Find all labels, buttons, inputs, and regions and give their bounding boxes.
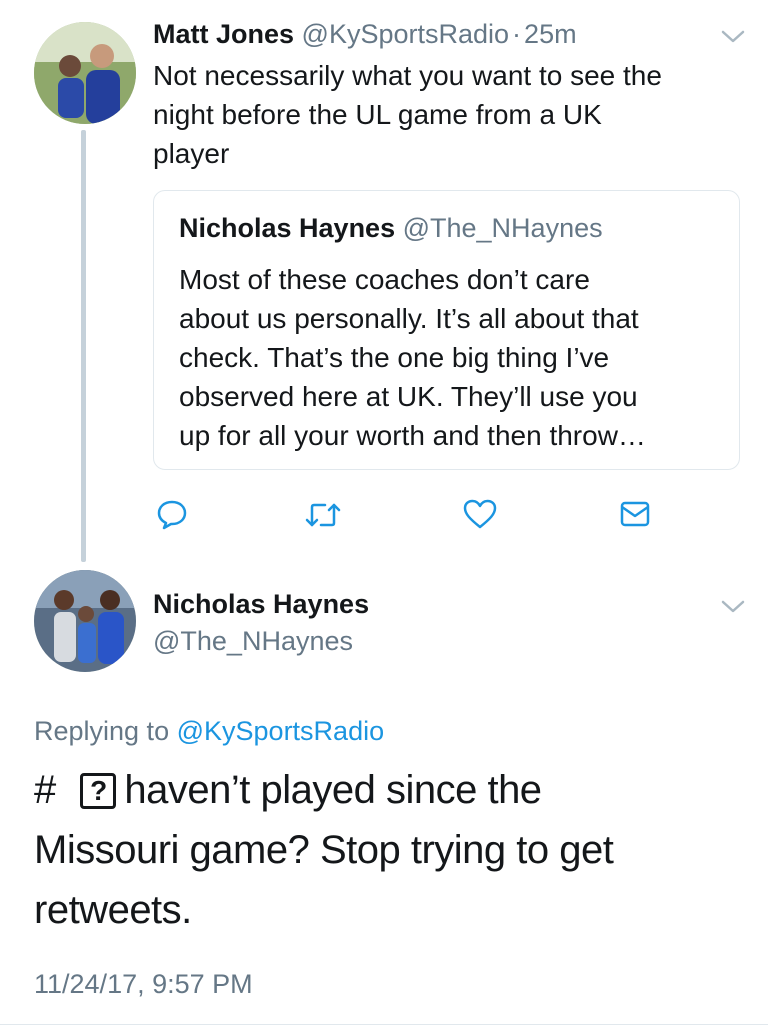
handle[interactable]: @KySportsRadio bbox=[302, 19, 510, 49]
avatar[interactable] bbox=[34, 570, 136, 672]
avatar-photo bbox=[34, 570, 136, 672]
handle[interactable]: @The_NHaynes bbox=[153, 623, 369, 659]
quoted-text-line: Most of these coaches don’t care bbox=[179, 264, 590, 295]
avatar[interactable] bbox=[34, 22, 136, 124]
tweet-timestamp[interactable]: 11/24/17, 9:57 PM bbox=[34, 966, 253, 1002]
tweet-text-segment: haven’t played since the bbox=[124, 768, 542, 812]
tweet-text-line: Missouri game? Stop trying to get bbox=[34, 828, 614, 872]
divider bbox=[0, 1024, 768, 1025]
tweet-header: Matt Jones @KySportsRadio · 25m bbox=[153, 16, 577, 52]
quoted-text-line: check. That’s the one big thing I’ve bbox=[179, 342, 610, 373]
chevron-down-icon[interactable] bbox=[718, 594, 748, 618]
chevron-down-icon[interactable] bbox=[718, 24, 748, 48]
reply-icon[interactable] bbox=[155, 497, 189, 531]
thread-line bbox=[81, 130, 86, 562]
tweet-text: # ? haven’t played since the Missouri gam… bbox=[34, 760, 614, 940]
tweet-header: Nicholas Haynes @The_NHaynes bbox=[153, 586, 369, 659]
display-name[interactable]: Nicholas Haynes bbox=[153, 586, 369, 622]
replying-handle-link[interactable]: @KySportsRadio bbox=[177, 716, 385, 746]
like-icon[interactable] bbox=[462, 498, 498, 530]
tweet-text-line: Not necessarily what you want to see the bbox=[153, 60, 662, 91]
tweet-text-line: # ? haven’t played since the bbox=[34, 760, 613, 820]
tweet-text-line: retweets. bbox=[34, 888, 192, 932]
quoted-text-line: up for all your worth and then throw… bbox=[179, 420, 646, 451]
tweet-text: Not necessarily what you want to see the… bbox=[153, 56, 662, 173]
replying-prefix: Replying to bbox=[34, 716, 170, 746]
unknown-glyph-box: ? bbox=[80, 773, 117, 809]
quoted-text-line: about us personally. It’s all about that bbox=[179, 303, 639, 334]
quoted-text-line: observed here at UK. They’ll use you bbox=[179, 381, 638, 412]
quoted-handle: @The_NHaynes bbox=[402, 213, 603, 243]
hashtag-symbol: # bbox=[34, 768, 56, 812]
avatar-photo bbox=[34, 22, 136, 124]
display-name[interactable]: Matt Jones bbox=[153, 19, 294, 49]
quoted-tweet-header: Nicholas Haynes @The_NHaynes bbox=[179, 210, 603, 246]
tweet-time[interactable]: 25m bbox=[524, 19, 577, 49]
retweet-icon[interactable] bbox=[303, 499, 343, 531]
quoted-tweet-text: Most of these coaches don’t care about u… bbox=[179, 260, 646, 455]
replying-to: Replying to @KySportsRadio bbox=[34, 713, 384, 749]
tweet-text-line: night before the UL game from a UK bbox=[153, 99, 602, 130]
message-icon[interactable] bbox=[619, 499, 651, 529]
time-separator: · bbox=[512, 19, 522, 49]
tweet-text-line: player bbox=[153, 138, 230, 169]
quoted-display-name: Nicholas Haynes bbox=[179, 213, 396, 243]
